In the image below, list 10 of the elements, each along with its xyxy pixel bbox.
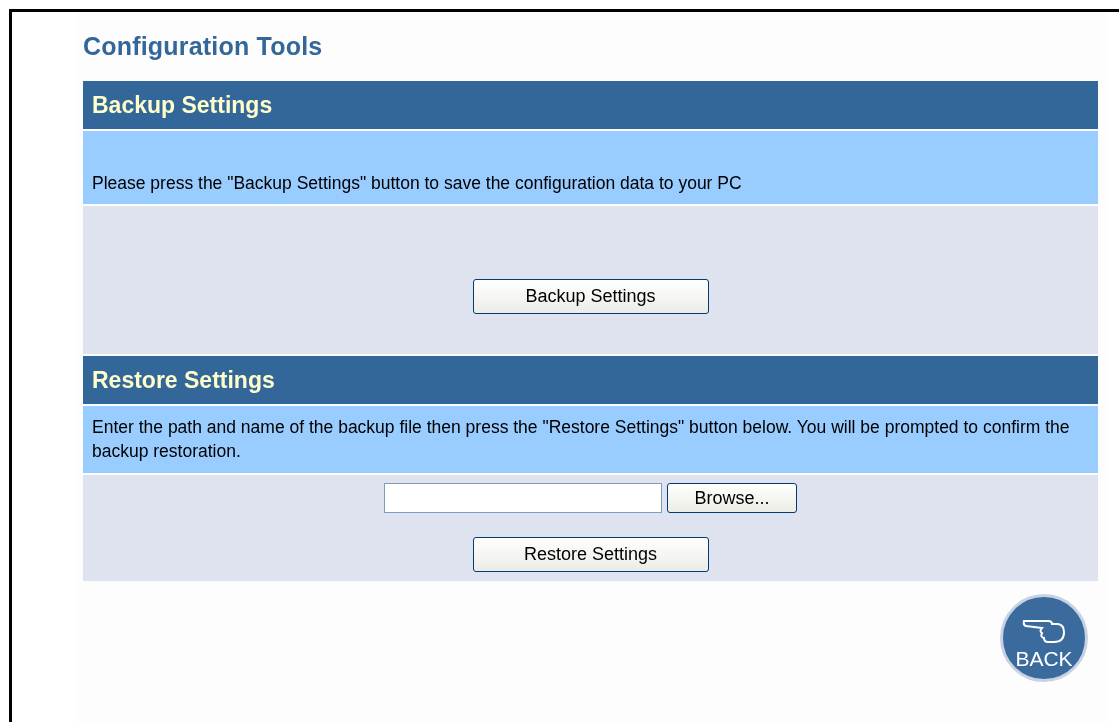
browse-button[interactable]: Browse... (667, 483, 797, 513)
section-header: Backup Settings (83, 81, 1098, 129)
page-title: Configuration Tools (83, 32, 324, 62)
backup-button[interactable]: Backup Settings (472, 279, 709, 314)
file-path-field[interactable] (384, 483, 662, 513)
section-header: Restore Settings (83, 356, 1098, 404)
section-description: Please press the "Backup Settings" button to save the configuration data to your PC (92, 173, 742, 193)
restore-button[interactable]: Restore Settings (472, 537, 709, 572)
section-description: Enter the path and name of the backup file then press the "Restore Settings" button below. You will be prompted to confirm the backup restoration. (92, 417, 1070, 461)
back-button[interactable]: BACK (1000, 594, 1088, 682)
